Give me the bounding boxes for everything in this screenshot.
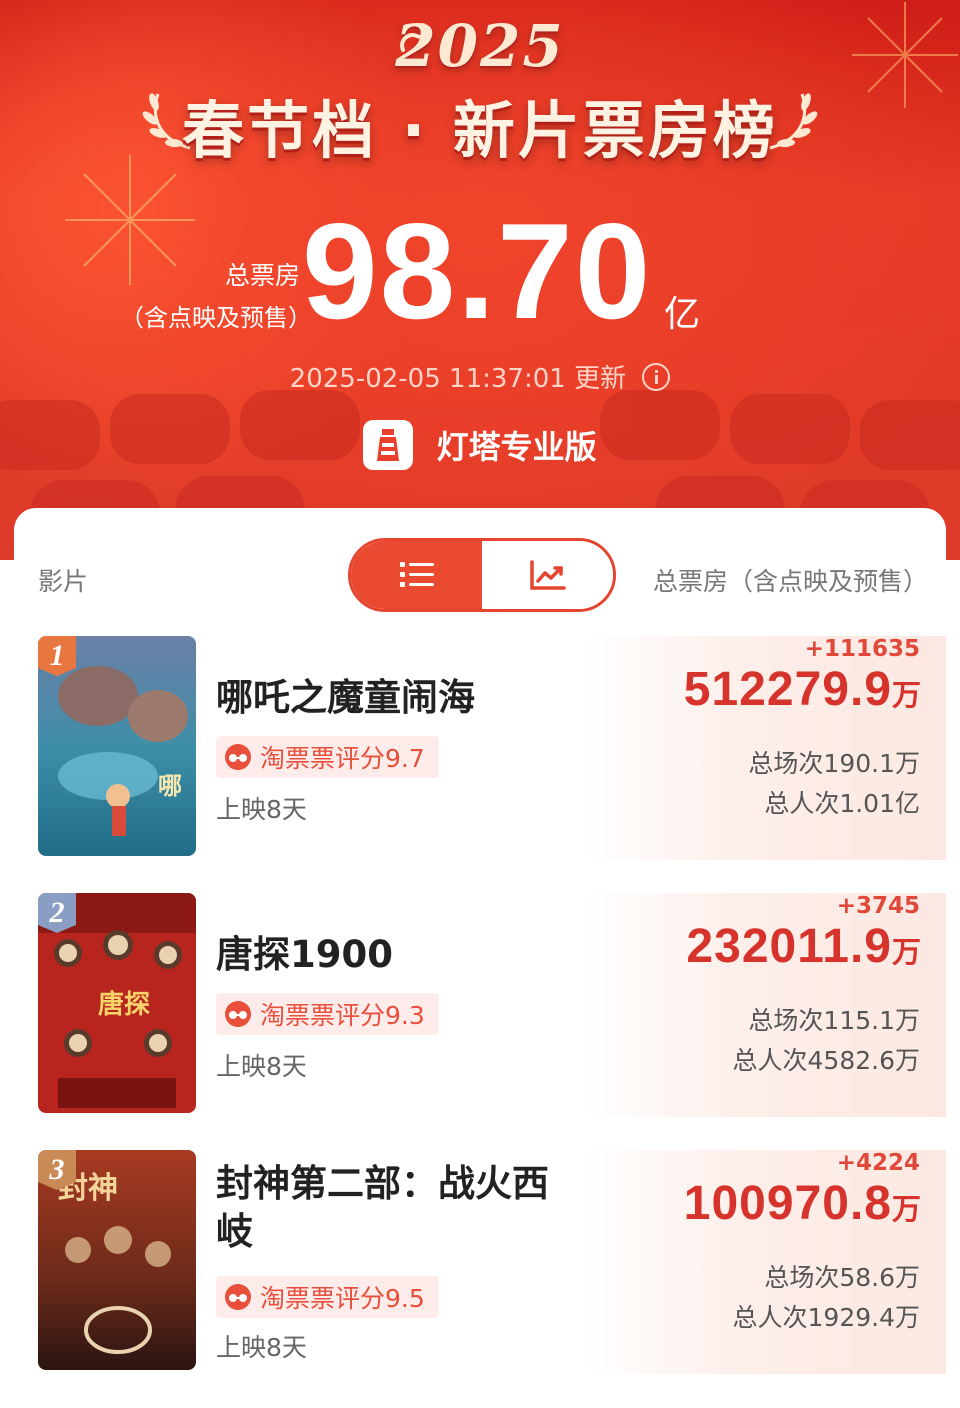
film-title[interactable]: 哪吒之魔童闹海 xyxy=(216,674,576,722)
rank-badge: 1 xyxy=(38,636,76,676)
snake-icon xyxy=(400,23,428,52)
total-box-office-unit: 亿 xyxy=(664,294,701,335)
list-view-button[interactable] xyxy=(351,541,482,609)
year-logo: 2025 xyxy=(395,12,565,80)
brand-name: 灯塔专业版 xyxy=(436,428,597,466)
box-office-delta: +4224 xyxy=(836,1150,920,1176)
view-toggle xyxy=(348,538,616,612)
rating-text: 淘票票评分9.7 xyxy=(260,744,425,773)
box-office-number: 232011.9 xyxy=(686,920,892,973)
film-title[interactable]: 唐探1900 xyxy=(216,931,576,979)
rank-badge: 3 xyxy=(38,1150,76,1190)
film-poster-creation-of-the-gods-2[interactable]: 封神 3 xyxy=(38,1150,196,1370)
rating-text: 淘票票评分9.3 xyxy=(260,1001,425,1030)
box-office-unit: 万 xyxy=(891,935,922,969)
total-admissions: 总人次4582.6万 xyxy=(732,1046,920,1075)
taopiaopiao-icon xyxy=(225,744,251,770)
rating-badge: 淘票票评分9.3 xyxy=(216,993,439,1035)
rating-text: 淘票票评分9.5 xyxy=(260,1284,425,1313)
total-sessions: 总场次190.1万 xyxy=(748,749,920,778)
total-box-office-value: 98.70 xyxy=(302,195,653,347)
total-label-line1: 总票房 xyxy=(224,261,300,290)
film-title[interactable]: 封神第二部：战火西岐 xyxy=(216,1160,576,1256)
header-banner: 2025 春节档 · 新片票房榜 总票房 （含点映及预售） 98.70 亿 20… xyxy=(0,0,960,560)
box-office-value: 512279.9万 xyxy=(684,662,922,717)
box-office-delta: +111635 xyxy=(804,636,920,662)
box-office-number: 100970.8 xyxy=(683,1177,892,1230)
column-header-film: 影片 xyxy=(38,567,89,596)
box-office-unit: 万 xyxy=(891,1192,922,1226)
total-sessions: 总场次115.1万 xyxy=(748,1006,920,1035)
brand-row: 灯塔专业版 xyxy=(0,420,960,470)
film-row[interactable]: 唐探 2 唐探1900 淘票票评分9.3 上映8天 +3745 232011.9… xyxy=(14,893,946,1117)
rank-badge: 2 xyxy=(38,893,76,933)
total-label-line2: （含点映及预售） xyxy=(120,304,312,332)
svg-text:哪: 哪 xyxy=(158,772,182,800)
update-time: 2025-02-05 11:37:01 xyxy=(289,364,566,394)
total-admissions: 总人次1929.4万 xyxy=(732,1303,920,1332)
lighthouse-logo-icon xyxy=(363,420,414,470)
update-suffix: 更新 xyxy=(574,364,627,394)
taopiaopiao-icon xyxy=(225,1001,251,1027)
box-office-value: 100970.8万 xyxy=(684,1176,922,1231)
box-office-unit: 万 xyxy=(891,678,922,712)
total-sessions: 总场次58.6万 xyxy=(764,1263,920,1292)
release-days: 上映8天 xyxy=(216,1333,307,1362)
film-row[interactable]: 哪 1 哪吒之魔童闹海 淘票票评分9.7 上映8天 +111635 512279… xyxy=(14,636,946,860)
film-poster-nezha[interactable]: 哪 1 xyxy=(38,636,196,856)
film-row[interactable]: 封神 3 封神第二部：战火西岐 淘票票评分9.5 上映8天 +4224 1009… xyxy=(14,1150,946,1374)
release-days: 上映8天 xyxy=(216,795,307,824)
laurel-right-icon xyxy=(769,93,818,150)
rating-badge: 淘票票评分9.5 xyxy=(216,1276,439,1318)
taopiaopiao-icon xyxy=(225,1284,251,1310)
total-admissions: 总人次1.01亿 xyxy=(764,789,920,818)
box-office-delta: +3745 xyxy=(836,893,920,919)
chart-view-button[interactable] xyxy=(482,541,613,609)
film-poster-detective-chinatown-1900[interactable]: 唐探 2 xyxy=(38,893,196,1113)
rating-badge: 淘票票评分9.7 xyxy=(216,736,439,778)
trend-chart-icon xyxy=(529,560,566,590)
box-office-number: 512279.9 xyxy=(683,663,892,716)
list-icon xyxy=(399,562,434,587)
svg-text:唐探: 唐探 xyxy=(98,989,150,1020)
update-timestamp-row: 2025-02-05 11:37:01 更新 xyxy=(0,358,960,395)
release-days: 上映8天 xyxy=(216,1052,307,1081)
column-header-total: 总票房（含点映及预售） xyxy=(652,567,928,596)
box-office-value: 232011.9万 xyxy=(686,919,922,974)
info-icon[interactable] xyxy=(642,363,671,391)
ranking-card: 影片 总票房（含点映及预售） 哪 1 哪吒之魔童闹海 淘票票评分9.7 上映8天… xyxy=(14,508,946,1408)
total-box-office-label: 总票房 （含点映及预售） xyxy=(120,256,312,333)
